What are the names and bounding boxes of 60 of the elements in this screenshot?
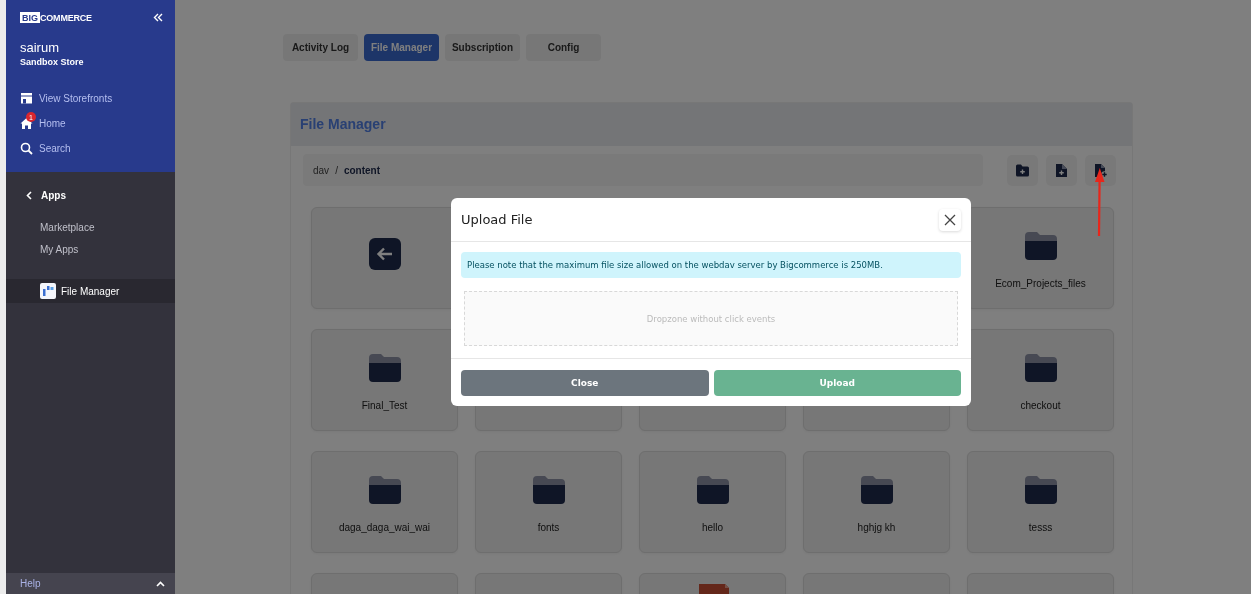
breadcrumb-current: content [343, 164, 380, 176]
folder-icon [860, 476, 893, 504]
file-card[interactable]: Final_Test [311, 329, 458, 431]
tab[interactable]: Config [526, 34, 601, 61]
file-card[interactable]: hello [639, 451, 786, 553]
file-card[interactable]: daga_daga_wai_wai [311, 451, 458, 553]
file-name: hello [701, 522, 724, 533]
file-name: fonts [537, 522, 560, 533]
file-card[interactable]: fonts [475, 451, 622, 553]
file-plus-button[interactable] [1046, 154, 1077, 186]
file-card[interactable]: tesss [967, 451, 1114, 553]
chevron-left-icon [26, 190, 32, 200]
close-button[interactable] [939, 208, 961, 231]
apps-back-link[interactable]: Apps [6, 188, 175, 202]
sidebar-link[interactable]: Marketplace [6, 221, 175, 243]
file-name: daga_daga_wai_wai [338, 522, 431, 533]
nav-link[interactable]: View Storefronts [20, 86, 163, 111]
nav-link[interactable]: Search [20, 136, 163, 161]
upload-button[interactable]: Upload [713, 370, 961, 396]
close-button[interactable]: Close [461, 370, 709, 396]
folder-icon [1024, 232, 1057, 260]
folder-icon [368, 476, 401, 504]
tab[interactable]: Subscription [445, 34, 520, 61]
file-card[interactable]: checkout [967, 329, 1114, 431]
file-name: Ecom_Projects_files [995, 278, 1086, 289]
close-icon [944, 213, 956, 226]
file-name: tesss [1028, 522, 1053, 533]
panel-title: File Manager [291, 103, 1132, 146]
home-icon [20, 117, 33, 130]
app-item[interactable]: File Manager [6, 279, 175, 303]
folder-icon [532, 476, 565, 504]
annotation-arrow [1093, 168, 1105, 238]
new-folder-button[interactable] [1007, 154, 1038, 186]
breadcrumb-link[interactable]: dav [313, 164, 330, 176]
search-icon [20, 142, 33, 155]
file-plus-icon [1054, 162, 1069, 178]
collapse-icon[interactable] [153, 13, 163, 22]
storefront-icon [20, 92, 33, 105]
file-card[interactable]: hghjg kh [803, 451, 950, 553]
dialog-title: Upload File [461, 212, 533, 227]
store-name: sairum [20, 40, 60, 55]
file-name: Final_Test [361, 400, 408, 411]
new-folder-icon [1015, 162, 1030, 178]
file-upload-button[interactable] [1085, 154, 1116, 186]
bigcommerce-logo[interactable]: BIG COMMERCE [20, 12, 92, 23]
tab[interactable]: File Manager [364, 34, 439, 61]
help-link[interactable]: Help [6, 573, 175, 594]
tab[interactable]: Activity Log [283, 34, 358, 61]
sidebar-link[interactable]: My Apps [6, 243, 175, 265]
folder-icon [368, 354, 401, 382]
breadcrumb-separator: / [335, 164, 338, 176]
folder-icon [696, 476, 729, 504]
file-name: hghjg kh [857, 522, 896, 533]
folder-icon [1024, 354, 1057, 382]
chevron-up-icon [156, 580, 165, 587]
folder-icon [1024, 476, 1057, 504]
file-name: checkout [1020, 400, 1061, 411]
store-type: Sandbox Store [20, 57, 85, 67]
app-icon [40, 283, 56, 299]
info-alert: Please note that the maximum file size allowed on the webdav server by Bigcommerce is 250MB. [461, 252, 961, 278]
